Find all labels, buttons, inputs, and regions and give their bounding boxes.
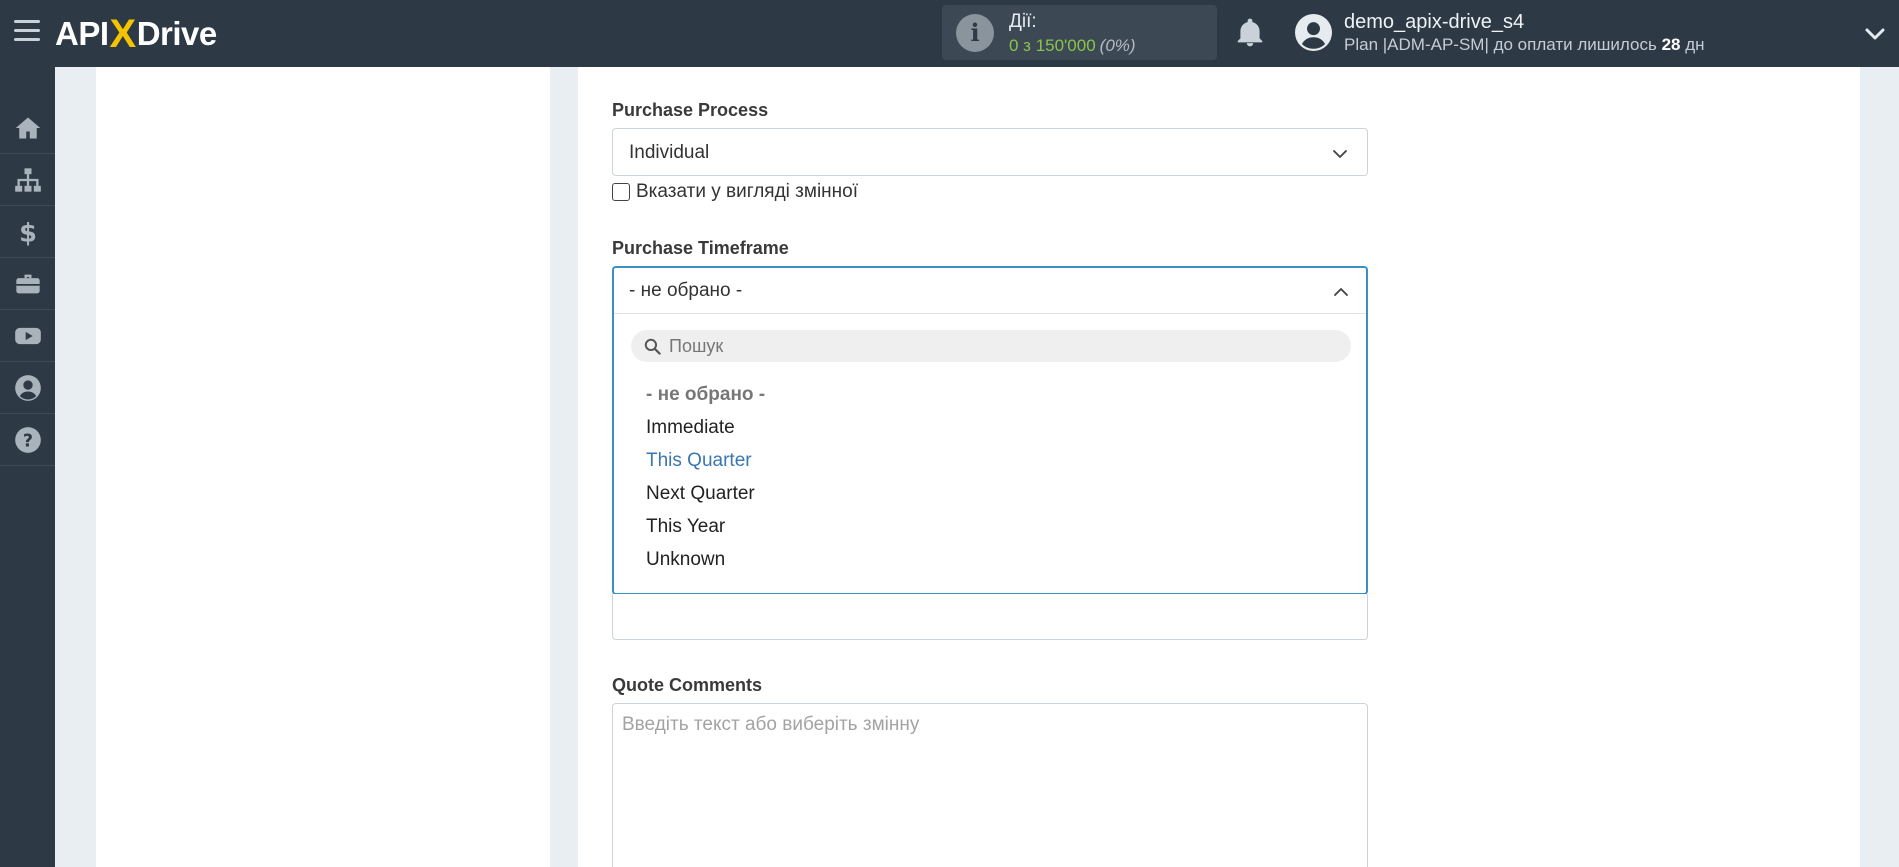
actions-percent: (0%) [1099, 36, 1136, 55]
avatar[interactable] [1295, 14, 1332, 51]
variable-checkbox-label[interactable]: Вказати у вигляді змінної [636, 181, 858, 203]
sitemap-icon [14, 167, 41, 192]
logo-drive: Drive [136, 15, 218, 52]
sidebar-item-video[interactable] [0, 310, 55, 362]
actions-count: 0 з 150'000 [1009, 36, 1096, 55]
variable-checkbox[interactable] [612, 183, 630, 201]
variable-checkbox-row: Вказати у вигляді змінної [612, 181, 858, 203]
search-icon [644, 338, 661, 355]
hidden-field[interactable] [612, 594, 1368, 640]
purchase-process-label: Purchase Process [612, 100, 769, 120]
purchase-timeframe-select[interactable]: - не обрано - [614, 268, 1366, 314]
actions-value: 0 з 150'000 (0%) [1009, 36, 1136, 56]
plan-suffix: дн [1685, 35, 1705, 54]
actions-counter: i Дії: 0 з 150'000 (0%) [942, 5, 1217, 60]
purchase-process-value: Individual [629, 142, 710, 163]
dollar-icon: $ [19, 218, 37, 246]
sidebar-item-help[interactable]: ? [0, 414, 55, 466]
purchase-process-select[interactable]: Individual [612, 128, 1368, 176]
user-name[interactable]: demo_apix-drive_s4 [1344, 11, 1524, 34]
user-circle-icon [14, 374, 41, 401]
sidebar: $ ? [0, 67, 55, 867]
option-immediate[interactable]: Immediate [646, 417, 735, 439]
help-icon: ? [14, 426, 41, 453]
quote-comments-textarea[interactable] [613, 704, 1367, 867]
logo-api: API [55, 15, 109, 52]
bell-icon[interactable] [1234, 17, 1266, 49]
search-input[interactable] [669, 330, 1339, 362]
sidebar-item-connections[interactable] [0, 154, 55, 206]
sidebar-item-billing[interactable]: $ [0, 206, 55, 258]
logo-x: X [109, 12, 137, 56]
plan-text: Plan |ADM-AP-SM| до оплати лишилось [1344, 35, 1657, 54]
option-unknown[interactable]: Unknown [646, 549, 725, 571]
top-bar: APIXDrive i Дії: 0 з 150'000 (0%) demo_ap… [0, 0, 1899, 67]
sidebar-item-home[interactable] [0, 102, 55, 154]
purchase-timeframe-dropdown: - не обрано - - не обрано - Immediate Th… [612, 266, 1368, 595]
dropdown-search [631, 330, 1351, 362]
svg-text:$: $ [19, 218, 37, 246]
user-plan: Plan |ADM-AP-SM| до оплати лишилось 28 д… [1344, 35, 1705, 55]
purchase-timeframe-value: - не обрано - [629, 280, 743, 301]
sidebar-item-profile[interactable] [0, 362, 55, 414]
svg-text:?: ? [22, 431, 32, 451]
plan-days: 28 [1661, 35, 1681, 54]
chevron-up-icon [1334, 288, 1348, 296]
purchase-timeframe-label: Purchase Timeframe [612, 238, 789, 258]
sidebar-item-services[interactable] [0, 258, 55, 310]
home-icon [15, 117, 40, 138]
option-next-quarter[interactable]: Next Quarter [646, 483, 755, 505]
youtube-icon [14, 327, 41, 344]
option-not-selected[interactable]: - не обрано - [646, 384, 765, 406]
menu-icon[interactable] [14, 20, 40, 42]
briefcase-icon [15, 274, 40, 293]
quote-comments-label: Quote Comments [612, 675, 763, 695]
quote-comments-box [612, 703, 1368, 867]
option-this-year[interactable]: This Year [646, 516, 725, 538]
option-this-quarter[interactable]: This Quarter [646, 450, 752, 472]
actions-title: Дії: [1009, 11, 1037, 32]
logo[interactable]: APIXDrive [55, 10, 218, 56]
chevron-down-icon[interactable] [1863, 22, 1887, 46]
left-panel [96, 67, 550, 867]
info-icon: i [956, 14, 994, 52]
chevron-down-icon [1333, 150, 1347, 158]
